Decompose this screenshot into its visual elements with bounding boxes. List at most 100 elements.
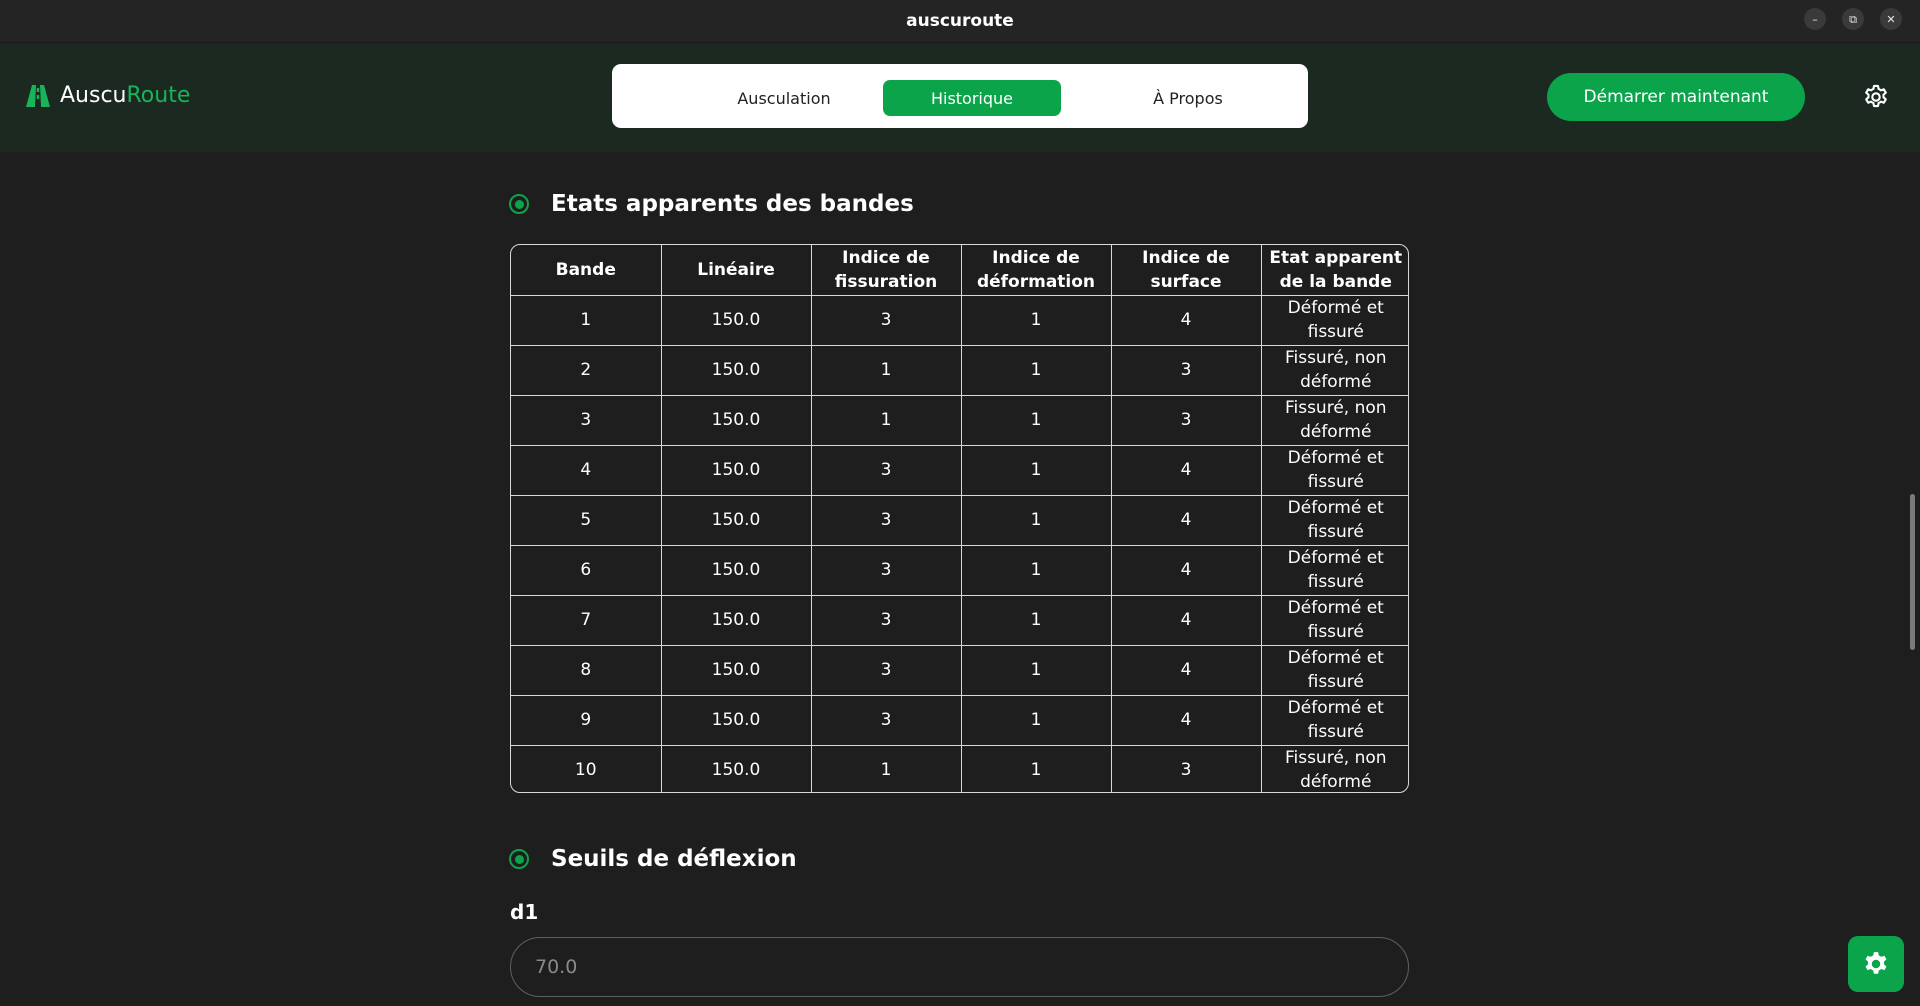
main-tabs: Ausculation Historique À Propos [612, 64, 1308, 128]
cell-deformation: 1 [960, 594, 1112, 646]
section-title-bands: Etats apparents des bandes [551, 191, 914, 217]
app-name-part1: Auscu [60, 83, 127, 108]
tab-a-propos[interactable]: À Propos [1098, 80, 1278, 116]
cell-lineaire: 150.0 [660, 444, 812, 496]
table-row: 9 150.0 3 1 4 Déformé et fissuré [511, 694, 1408, 746]
bands-table-body: 1 150.0 3 1 4 Déformé et fissuré 2 150.0 1 1 3 Fiss… [511, 294, 1408, 792]
cell-surface: 4 [1110, 444, 1262, 496]
cell-deformation: 1 [960, 444, 1112, 496]
cell-lineaire: 150.0 [660, 644, 812, 696]
tab-historique[interactable]: Historique [883, 80, 1061, 116]
table-row: 7 150.0 3 1 4 Déformé et fissuré [511, 594, 1408, 646]
cell-surface: 4 [1110, 694, 1262, 746]
window-title: auscuroute [906, 11, 1014, 31]
cell-lineaire: 150.0 [660, 294, 812, 346]
app-name-part2: Route [126, 83, 191, 108]
cell-fissuration: 3 [810, 494, 962, 546]
table-row: 6 150.0 3 1 4 Déformé et fissuré [511, 544, 1408, 596]
table-row: 4 150.0 3 1 4 Déformé et fissuré [511, 444, 1408, 496]
table-row: 2 150.0 1 1 3 Fissuré, non déformé [511, 344, 1408, 396]
cell-bande: 7 [511, 594, 662, 646]
cell-etat: Déformé et fissuré [1260, 294, 1408, 346]
cell-lineaire: 150.0 [660, 594, 812, 646]
table-row: 8 150.0 3 1 4 Déformé et fissuré [511, 644, 1408, 696]
cell-bande: 2 [511, 344, 662, 396]
close-button[interactable]: ✕ [1880, 8, 1902, 30]
tab-ausculation[interactable]: Ausculation [694, 80, 874, 116]
cell-deformation: 1 [960, 294, 1112, 346]
minimize-button[interactable]: – [1804, 8, 1826, 30]
section-bullet-icon [509, 849, 529, 869]
cell-etat: Déformé et fissuré [1260, 494, 1408, 546]
cell-surface: 4 [1110, 294, 1262, 346]
road-logo-icon [26, 84, 50, 107]
d1-label: d1 [510, 900, 539, 924]
d1-input[interactable] [510, 937, 1409, 997]
cell-etat: Déformé et fissuré [1260, 644, 1408, 696]
cell-fissuration: 3 [810, 544, 962, 596]
table-row: 1 150.0 3 1 4 Déformé et fissuré [511, 294, 1408, 346]
bands-table: Bande Linéaire Indice de fissuration Ind… [510, 244, 1409, 793]
cell-surface: 3 [1110, 344, 1262, 396]
cell-fissuration: 3 [810, 444, 962, 496]
cell-lineaire: 150.0 [660, 744, 812, 792]
cell-fissuration: 3 [810, 644, 962, 696]
settings-fab-button[interactable] [1848, 936, 1904, 992]
cell-bande: 4 [511, 444, 662, 496]
cell-deformation: 1 [960, 694, 1112, 746]
cell-lineaire: 150.0 [660, 694, 812, 746]
cell-bande: 9 [511, 694, 662, 746]
cell-lineaire: 150.0 [660, 394, 812, 446]
app-name: AuscuRoute [60, 83, 190, 108]
column-header-bande: Bande [511, 245, 662, 296]
window-controls: – ⧉ ✕ [1804, 8, 1902, 30]
cell-fissuration: 3 [810, 594, 962, 646]
column-header-fissuration: Indice de fissuration [810, 245, 962, 296]
app-logo[interactable]: AuscuRoute [24, 83, 190, 108]
column-header-surface: Indice de surface [1110, 245, 1262, 296]
cell-surface: 4 [1110, 594, 1262, 646]
cell-bande: 10 [511, 744, 662, 792]
cell-fissuration: 1 [810, 344, 962, 396]
section-header-bands: Etats apparents des bandes [509, 191, 914, 217]
cell-etat: Déformé et fissuré [1260, 594, 1408, 646]
cell-deformation: 1 [960, 544, 1112, 596]
cell-deformation: 1 [960, 344, 1112, 396]
cell-deformation: 1 [960, 644, 1112, 696]
cell-fissuration: 3 [810, 694, 962, 746]
cell-surface: 3 [1110, 744, 1262, 792]
cell-etat: Déformé et fissuré [1260, 444, 1408, 496]
cell-etat: Déformé et fissuré [1260, 544, 1408, 596]
column-header-lineaire: Linéaire [660, 245, 812, 296]
cell-fissuration: 1 [810, 394, 962, 446]
cell-lineaire: 150.0 [660, 494, 812, 546]
cell-lineaire: 150.0 [660, 344, 812, 396]
cell-bande: 1 [511, 294, 662, 346]
cell-deformation: 1 [960, 394, 1112, 446]
cell-surface: 4 [1110, 544, 1262, 596]
window-titlebar: auscuroute – ⧉ ✕ [0, 0, 1920, 43]
cell-deformation: 1 [960, 744, 1112, 792]
cell-lineaire: 150.0 [660, 544, 812, 596]
cell-etat: Fissuré, non déformé [1260, 394, 1408, 446]
table-row: 3 150.0 1 1 3 Fissuré, non déformé [511, 394, 1408, 446]
cell-bande: 8 [511, 644, 662, 696]
cell-surface: 4 [1110, 644, 1262, 696]
scrollbar-thumb[interactable] [1910, 494, 1915, 650]
column-header-deformation: Indice de déformation [960, 245, 1112, 296]
app-header: AuscuRoute Ausculation Historique À Prop… [0, 43, 1920, 152]
cell-surface: 4 [1110, 494, 1262, 546]
cell-fissuration: 1 [810, 744, 962, 792]
maximize-button[interactable]: ⧉ [1842, 8, 1864, 30]
gear-icon[interactable] [1862, 83, 1890, 111]
gear-icon [1865, 952, 1887, 974]
section-bullet-icon [509, 194, 529, 214]
cell-deformation: 1 [960, 494, 1112, 546]
section-title-deflection: Seuils de déflexion [551, 846, 797, 872]
cell-surface: 3 [1110, 394, 1262, 446]
cell-etat: Fissuré, non déformé [1260, 744, 1408, 792]
cell-bande: 5 [511, 494, 662, 546]
table-row: 10 150.0 1 1 3 Fissuré, non déformé [511, 744, 1408, 792]
section-header-deflection: Seuils de déflexion [509, 846, 797, 872]
start-now-button[interactable]: Démarrer maintenant [1547, 73, 1805, 121]
